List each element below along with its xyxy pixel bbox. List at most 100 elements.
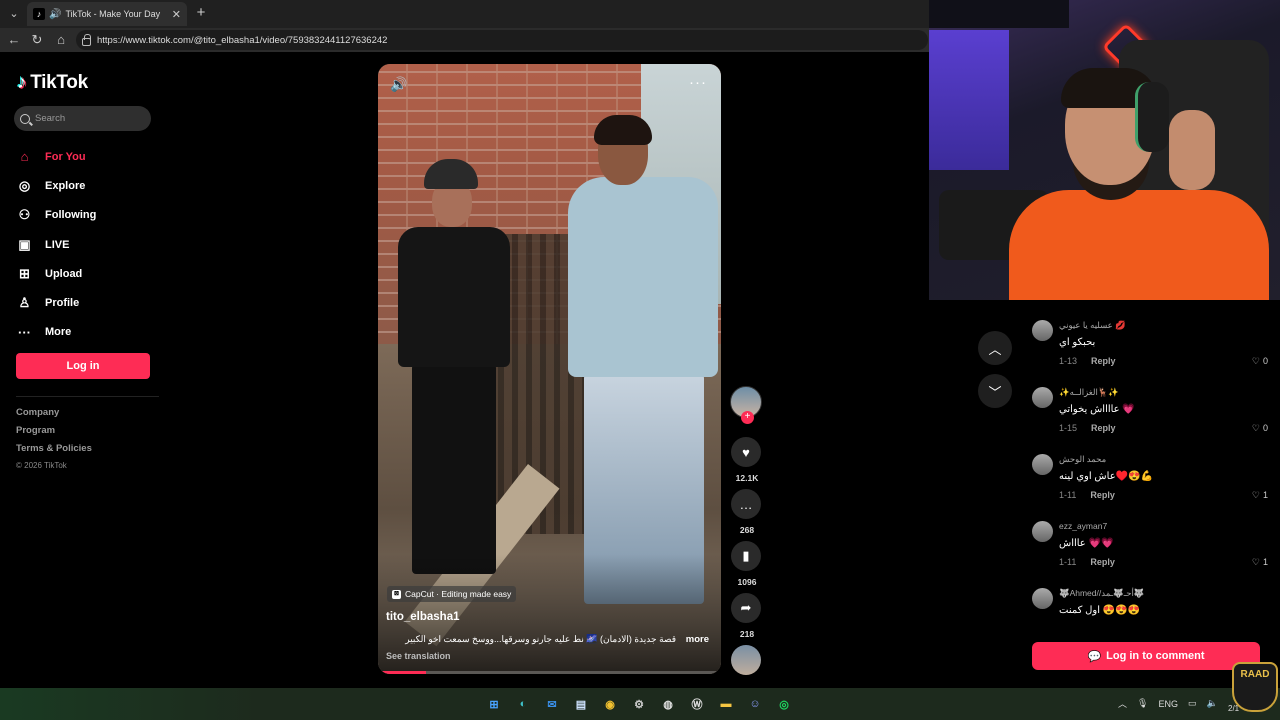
reply-button[interactable]: Reply <box>1091 423 1116 433</box>
avatar[interactable] <box>1032 387 1053 408</box>
edge-icon[interactable]: ◐ <box>513 694 533 714</box>
comment-username[interactable]: عسليه يا عيوني 💋 <box>1059 320 1126 331</box>
chrome-icon[interactable]: ◉ <box>600 694 620 714</box>
comment-username[interactable]: محمد الوحش <box>1059 454 1106 465</box>
heart-outline-icon: ♡ <box>1251 557 1260 567</box>
back-icon[interactable]: ← <box>4 30 24 50</box>
next-video-button[interactable]: ﹀ <box>978 374 1012 408</box>
sidebar-item-upload[interactable]: ⊞ Upload <box>16 259 166 288</box>
comment-text: اول كمنت 😍😍😍 <box>1059 605 1141 616</box>
reply-button[interactable]: Reply <box>1090 557 1115 567</box>
heart-outline-icon: ♡ <box>1251 356 1260 366</box>
video-author[interactable]: tito_elbasha1 <box>386 611 460 623</box>
creator-avatar[interactable]: + <box>730 386 762 424</box>
reply-button[interactable]: Reply <box>1091 356 1116 366</box>
comment-username[interactable]: 🐺Ahmed//أحـ🐺ـمد🐺 <box>1059 588 1144 599</box>
spotify-icon[interactable]: ◎ <box>774 694 794 714</box>
sidebar-item-for-you[interactable]: ⌂ For You <box>16 142 166 171</box>
volume-tray-icon[interactable]: 🔈 <box>1206 698 1217 709</box>
app-w-icon[interactable]: Ⓦ <box>687 694 707 714</box>
windows-start-icon[interactable]: ⊞ <box>484 694 504 714</box>
comment-icon[interactable]: … <box>731 489 761 519</box>
network-icon[interactable]: ▭ <box>1188 698 1197 709</box>
comment-like-button[interactable]: ♡ 0 <box>1252 423 1268 434</box>
discord-icon[interactable]: ☺ <box>745 694 765 714</box>
heart-icon[interactable]: ♥ <box>731 437 761 467</box>
save-action[interactable]: ▮ 1096 <box>731 541 763 587</box>
avatar[interactable] <box>1032 521 1053 542</box>
comments-list: عسليه يا عيوني 💋 بحبكو اي 1-13 Reply ♡ 0 ✨… <box>1024 300 1280 630</box>
url-field[interactable]: https://www.tiktok.com/@tito_elbasha1/vi… <box>76 30 928 50</box>
like-count: 12.1K <box>735 473 759 483</box>
4k-app-icon[interactable]: ◍ <box>658 694 678 714</box>
home-icon: ⌂ <box>20 149 29 165</box>
capcut-icon: ⊠ <box>392 589 401 599</box>
sidebar-nav: ⌂ For You ◎ Explore ⚇ Following ▣ LIVE ⊞… <box>16 142 166 347</box>
share-count: 218 <box>739 629 755 639</box>
store-icon[interactable]: ▤ <box>571 694 591 714</box>
sidebar-item-following[interactable]: ⚇ Following <box>16 201 166 230</box>
comment-like-button[interactable]: ♡ 1 <box>1252 557 1268 568</box>
avatar[interactable] <box>1032 588 1053 609</box>
url-text: https://www.tiktok.com/@tito_elbasha1/vi… <box>97 34 388 46</box>
video-player[interactable]: 🔊 ··· ⊠ CapCut · Editing made easy tito_… <box>378 64 721 674</box>
comment-like-button[interactable]: ♡ 1 <box>1252 490 1268 501</box>
previous-video-button[interactable]: ︿ <box>978 331 1012 365</box>
sidebar-item-explore[interactable]: ◎ Explore <box>16 171 166 200</box>
footer-link-company[interactable]: Company <box>16 407 92 425</box>
reply-button[interactable]: Reply <box>1090 490 1115 500</box>
comment-like-button[interactable]: ♡ 0 <box>1252 356 1268 367</box>
comment-text: عااااش يخواتي 💗 <box>1059 404 1135 415</box>
login-button[interactable]: Log in <box>16 353 150 379</box>
share-action[interactable]: ➦ 218 <box>731 593 763 639</box>
sidebar-item-live[interactable]: ▣ LIVE <box>16 230 166 259</box>
like-action[interactable]: ♥ 12.1K <box>731 437 763 483</box>
volume-icon[interactable]: 🔊 <box>390 76 407 93</box>
tab-audio-icon[interactable]: 🔊 <box>49 9 61 20</box>
footer-link-terms[interactable]: Terms & Policies <box>16 443 92 461</box>
footer-link-program[interactable]: Program <box>16 425 92 443</box>
new-tab-icon[interactable]: + <box>192 4 210 22</box>
video-options-icon[interactable]: ··· <box>689 74 707 91</box>
video-progress-bar[interactable] <box>378 671 721 674</box>
video-caption: قصة جديدة (الادمان) 🌌 نط عليه جارنو وسرق… <box>405 634 676 644</box>
sidebar-item-more[interactable]: ··· More <box>16 318 166 347</box>
browser-tab[interactable]: ♪ 🔊 TikTok - Make Your Day ✕ <box>27 2 187 26</box>
comment-action[interactable]: … 268 <box>731 489 763 535</box>
headset <box>1135 82 1169 152</box>
see-translation-link[interactable]: See translation <box>386 651 451 661</box>
share-icon[interactable]: ➦ <box>731 593 761 623</box>
caption-more-link[interactable]: more <box>686 634 709 645</box>
user-follow-icon: ⚇ <box>18 207 31 223</box>
home-browser-icon[interactable]: ⌂ <box>51 30 71 50</box>
comment-like-count: 0 <box>1262 356 1268 366</box>
comment-time: 1-13 <box>1059 356 1078 366</box>
mic-icon[interactable]: 🎙 <box>1137 698 1148 709</box>
settings-icon[interactable]: ⚙ <box>629 694 649 714</box>
action-rail: + ♥ 12.1K … 268 ▮ 1096 ➦ 218 <box>730 386 764 675</box>
login-to-comment-button[interactable]: 💬 Log in to comment <box>1032 642 1260 670</box>
tray-chevron-icon[interactable]: ︿ <box>1118 697 1127 710</box>
capcut-tag[interactable]: ⊠ CapCut · Editing made easy <box>387 586 517 602</box>
close-tab-icon[interactable]: ✕ <box>172 8 181 21</box>
avatar[interactable] <box>1032 320 1053 341</box>
logo-text: TikTok <box>30 72 88 93</box>
file-explorer-icon[interactable]: ▬ <box>716 694 736 714</box>
comment-username[interactable]: ✨الغزالــه🦌✨ <box>1059 387 1119 398</box>
tab-list-dropdown-icon[interactable]: ⌄ <box>4 4 24 24</box>
comment-username[interactable]: ezz_ayman7 <box>1059 521 1107 531</box>
avatar[interactable] <box>1032 454 1053 475</box>
music-disc-avatar[interactable] <box>731 645 761 675</box>
sidebar-divider <box>16 396 159 397</box>
profile-icon: ♙ <box>18 295 31 311</box>
language-indicator[interactable]: ENG <box>1158 699 1178 709</box>
outlook-icon[interactable]: ✉ <box>542 694 562 714</box>
sidebar-item-label: Explore <box>45 179 86 192</box>
follow-plus-icon[interactable]: + <box>741 411 754 424</box>
tiktok-logo[interactable]: ♪ TikTok <box>17 72 88 94</box>
sidebar-item-profile[interactable]: ♙ Profile <box>16 288 166 317</box>
lock-icon <box>82 33 91 46</box>
search-input[interactable]: Search <box>14 106 151 131</box>
bookmark-icon[interactable]: ▮ <box>731 541 761 571</box>
refresh-icon[interactable]: ↻ <box>27 30 47 50</box>
